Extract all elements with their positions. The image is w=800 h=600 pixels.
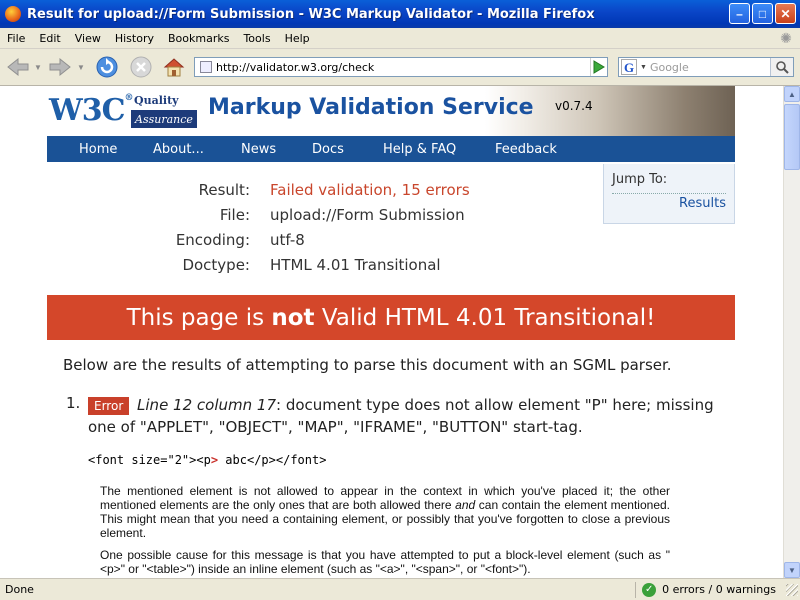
banner-text-post: Valid HTML 4.01 Transitional! (314, 304, 656, 331)
page-favicon-icon (200, 61, 212, 73)
validator-banner: W3C® Quality Assurance Markup Validation… (47, 86, 735, 136)
result-label: Result: (198, 181, 250, 199)
status-divider (635, 581, 637, 598)
validator-check-icon[interactable]: ✓ (642, 582, 657, 597)
forward-dropdown-icon[interactable]: ▼ (76, 55, 86, 79)
scroll-down-icon[interactable]: ▼ (784, 562, 800, 578)
maximize-button[interactable]: □ (752, 3, 773, 24)
menu-edit[interactable]: Edit (32, 32, 67, 45)
result-value: Failed validation, 15 errors (270, 181, 470, 199)
encoding-value: utf-8 (270, 231, 305, 249)
url-bar[interactable]: http://validator.w3.org/check ▼ (194, 57, 608, 77)
w3c-logo[interactable]: W3C® (49, 93, 133, 128)
stop-button[interactable] (128, 55, 154, 79)
back-arrow-icon (7, 57, 29, 77)
nav-help-faq[interactable]: Help & FAQ (383, 142, 456, 157)
page-title: Markup Validation Service (208, 95, 534, 120)
error-number: 1. (66, 394, 81, 412)
results-intro: Below are the results of attempting to p… (63, 356, 672, 374)
doctype-value: HTML 4.01 Transitional (270, 256, 441, 274)
window-titlebar: Result for upload://Form Submission - W3… (0, 0, 800, 28)
go-button[interactable] (588, 57, 608, 77)
menu-view[interactable]: View (68, 32, 108, 45)
file-label: File: (219, 206, 250, 224)
nav-about[interactable]: About... (153, 142, 204, 157)
home-icon (163, 58, 185, 77)
status-bar: Done ✓ 0 errors / 0 warnings (0, 578, 800, 600)
back-dropdown-icon[interactable]: ▼ (33, 55, 43, 79)
navigation-toolbar: ▼ ▼ http://validator.w3.org/check ▼ G ▼ … (0, 49, 800, 86)
search-engine-icon[interactable]: G (621, 59, 637, 75)
code-before: <font size="2"><p (88, 453, 211, 467)
throbber-icon: ✺ (780, 30, 792, 46)
error-explanation-2: One possible cause for this message is t… (100, 548, 670, 576)
error-source-code: <font size="2"><p> abc</p></font> (88, 453, 326, 467)
search-icon[interactable] (770, 58, 793, 76)
resize-grip-icon[interactable] (786, 583, 798, 596)
reload-icon (96, 56, 118, 78)
site-nav: Home About... News Docs Help & FAQ Feedb… (47, 136, 735, 162)
error-explanation-1: The mentioned element is not allowed to … (100, 484, 670, 540)
file-value: upload://Form Submission (270, 206, 465, 224)
menu-tools[interactable]: Tools (236, 32, 277, 45)
window-title: Result for upload://Form Submission - W3… (27, 6, 595, 22)
menu-bookmarks[interactable]: Bookmarks (161, 32, 236, 45)
nav-docs[interactable]: Docs (312, 142, 344, 157)
code-error-marker: > (210, 453, 219, 467)
validation-result-banner: This page is not Valid HTML 4.01 Transit… (47, 295, 735, 340)
stop-icon (130, 56, 152, 78)
reload-button[interactable] (94, 55, 120, 79)
code-after: abc</p></font> (225, 453, 327, 467)
search-bar[interactable]: G ▼ Google (618, 57, 794, 77)
qa-logo-bottom: Assurance (131, 112, 197, 128)
nav-news[interactable]: News (241, 142, 276, 157)
status-text: Done (5, 583, 34, 596)
vertical-scrollbar[interactable]: ▲ ▼ (783, 86, 800, 578)
forward-button[interactable] (46, 55, 74, 79)
jump-to-title: Jump To: (612, 172, 668, 187)
firefox-icon (5, 6, 21, 22)
search-input[interactable]: Google (650, 61, 770, 74)
version-label: v0.7.4 (555, 99, 593, 113)
minimize-button[interactable]: – (729, 3, 750, 24)
menu-bar: File Edit View History Bookmarks Tools H… (0, 28, 800, 49)
doctype-label: Doctype: (182, 256, 250, 274)
page-viewport[interactable]: W3C® Quality Assurance Markup Validation… (0, 86, 783, 578)
go-arrow-icon (593, 60, 605, 74)
menu-file[interactable]: File (0, 32, 32, 45)
nav-feedback[interactable]: Feedback (495, 142, 557, 157)
url-text[interactable]: http://validator.w3.org/check (216, 61, 590, 74)
close-button[interactable]: ✕ (775, 3, 796, 24)
jump-to-divider (612, 193, 726, 194)
jump-to-results-link[interactable]: Results (679, 196, 726, 211)
error-message: Error Line 12 column 17: document type d… (88, 394, 728, 438)
banner-text-strong: not (271, 304, 315, 331)
nav-home[interactable]: Home (79, 142, 117, 157)
qa-logo-top: Quality (131, 92, 197, 112)
search-engine-dropdown-icon[interactable]: ▼ (640, 64, 647, 71)
home-button[interactable] (161, 55, 187, 79)
menu-history[interactable]: History (108, 32, 161, 45)
forward-arrow-icon (49, 57, 71, 77)
back-button[interactable] (4, 55, 32, 79)
qa-logo[interactable]: Quality Assurance (131, 92, 197, 130)
menu-help[interactable]: Help (278, 32, 317, 45)
explanation-1-emphasis: and (455, 498, 476, 512)
scroll-up-icon[interactable]: ▲ (784, 86, 800, 102)
w3c-logo-text: W3C (49, 93, 125, 128)
error-location: Line 12 column 17 (137, 396, 276, 414)
error-badge: Error (88, 397, 130, 415)
encoding-label: Encoding: (175, 231, 250, 249)
scrollbar-thumb[interactable] (784, 104, 800, 170)
jump-to-box: Jump To: Results (603, 164, 735, 224)
validator-status[interactable]: 0 errors / 0 warnings (662, 583, 776, 596)
banner-text-pre: This page is (126, 304, 272, 331)
